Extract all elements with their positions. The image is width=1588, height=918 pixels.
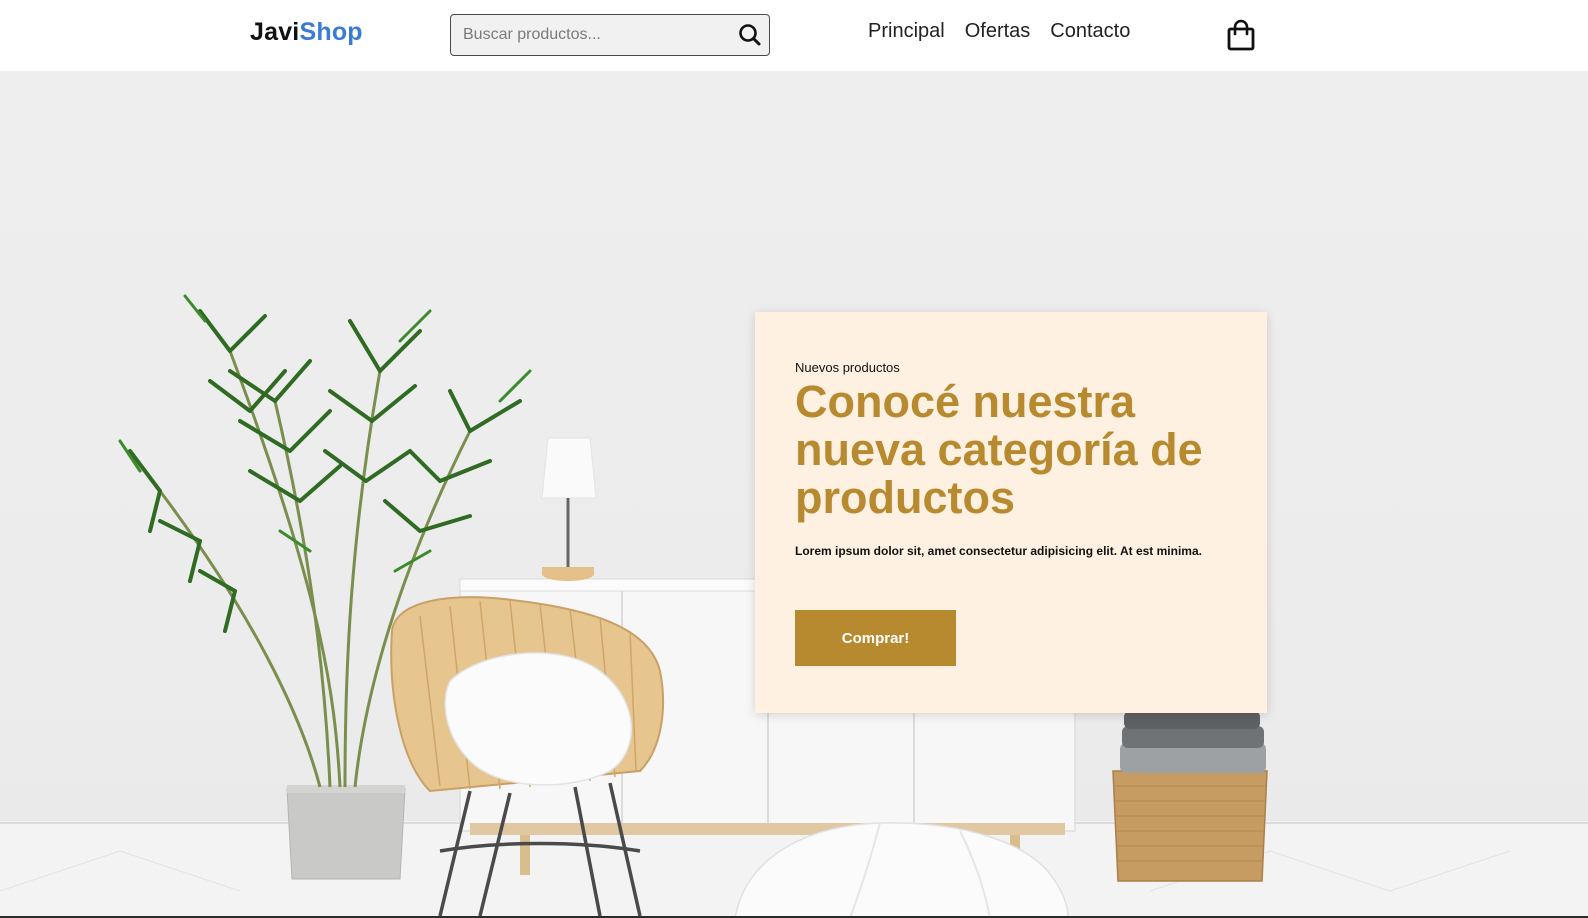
site-header: JaviShop Principal Ofertas Contacto — [0, 0, 1588, 71]
buy-button[interactable]: Comprar! — [795, 610, 956, 666]
shopping-bag-icon — [1227, 19, 1255, 51]
logo-text-shop: Shop — [299, 18, 363, 46]
promo-card: Nuevos productos Conocé nuestra nueva ca… — [755, 312, 1267, 713]
nav-link-ofertas[interactable]: Ofertas — [965, 20, 1031, 43]
nav-link-contacto[interactable]: Contacto — [1050, 20, 1130, 43]
search-box — [450, 14, 770, 56]
promo-eyebrow: Nuevos productos — [795, 360, 900, 375]
promo-description: Lorem ipsum dolor sit, amet consectetur … — [795, 544, 1202, 558]
search-icon — [739, 24, 761, 46]
main-nav: Principal Ofertas Contacto — [868, 20, 1130, 43]
logo-text-javi: Javi — [250, 18, 300, 46]
search-input[interactable] — [451, 15, 721, 55]
logo[interactable]: JaviShop — [250, 18, 363, 47]
promo-headline: Conocé nuestra nueva categoría de produc… — [795, 376, 1203, 523]
cart-button[interactable] — [1226, 19, 1256, 51]
search-button[interactable] — [737, 22, 763, 48]
nav-link-principal[interactable]: Principal — [868, 20, 945, 43]
